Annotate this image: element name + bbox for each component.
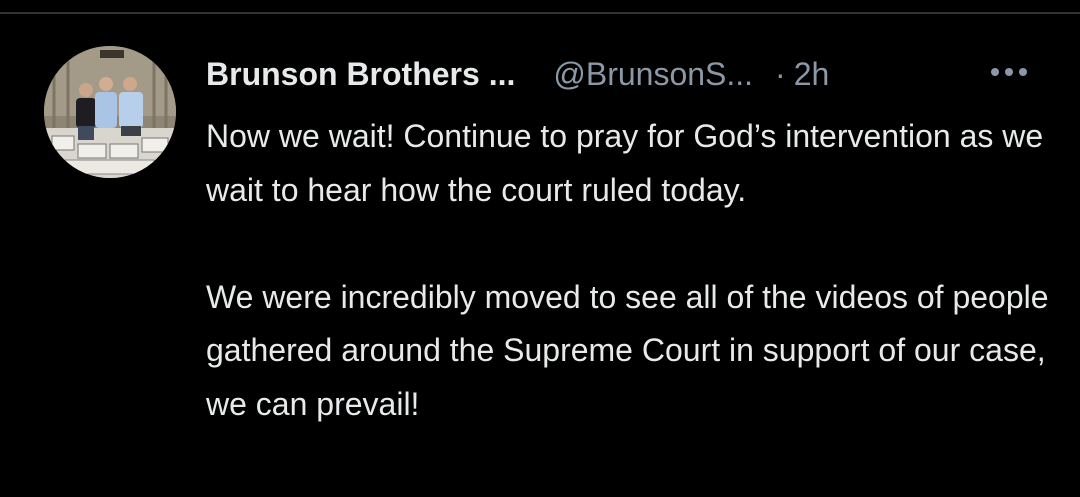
tweet-paragraph: We were incredibly moved to see all of t… bbox=[206, 278, 1049, 422]
avatar[interactable] bbox=[44, 46, 176, 178]
more-options-button[interactable] bbox=[985, 56, 1033, 88]
tweet-paragraph: Now we wait! Continue to pray for God’s … bbox=[206, 118, 1044, 208]
tweet-header: Brunson Brothers ... @BrunsonS... · 2h bbox=[206, 52, 829, 96]
user-handle[interactable]: @BrunsonS... bbox=[553, 56, 753, 93]
avatar-photo bbox=[44, 46, 176, 178]
tweet[interactable]: Brunson Brothers ... @BrunsonS... · 2h N… bbox=[0, 14, 1080, 497]
dot-separator: · bbox=[775, 55, 786, 92]
ellipsis-horizontal-icon bbox=[991, 68, 1027, 76]
display-name[interactable]: Brunson Brothers ... bbox=[206, 56, 515, 93]
tweet-text: Now we wait! Continue to pray for God’s … bbox=[206, 110, 1056, 431]
timestamp[interactable]: 2h bbox=[794, 56, 830, 93]
